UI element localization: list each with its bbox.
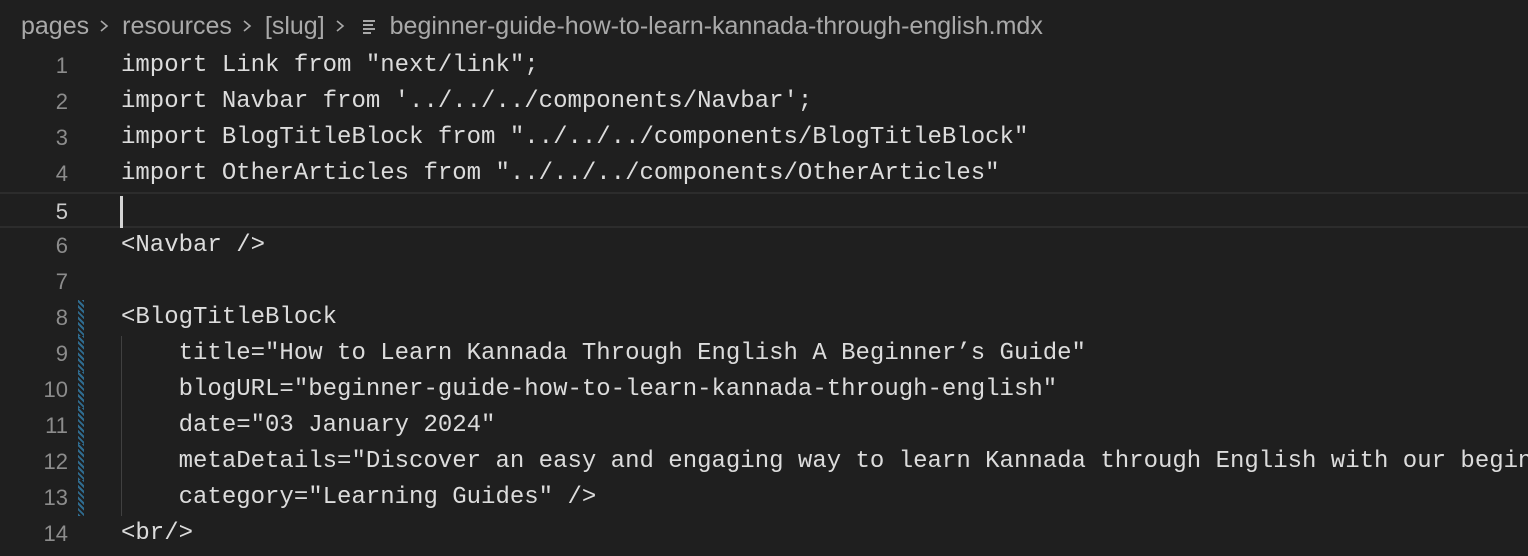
code-text[interactable]: <br/> <box>121 516 193 552</box>
code-line[interactable]: 2 import Navbar from '../../../component… <box>0 84 1528 120</box>
code-text[interactable]: <Navbar /> <box>121 228 265 264</box>
file-lines-icon <box>362 20 375 34</box>
code-line[interactable]: 7 <box>0 264 1528 300</box>
code-line[interactable]: 3 import BlogTitleBlock from "../../../c… <box>0 120 1528 156</box>
code-line-current[interactable]: 5 <box>0 192 1528 228</box>
code-text[interactable]: import OtherArticles from "../../../comp… <box>121 156 1000 192</box>
line-number: 14 <box>43 521 68 546</box>
code-line[interactable]: 9 title="How to Learn Kannada Through En… <box>0 336 1528 372</box>
code-line[interactable]: 6 <Navbar /> <box>0 228 1528 264</box>
line-number: 1 <box>55 53 68 78</box>
line-number: 10 <box>43 377 68 402</box>
code-text[interactable]: date="03 January 2024" <box>121 408 496 444</box>
line-number: 12 <box>43 449 68 474</box>
code-line[interactable]: 11 date="03 January 2024" <box>0 408 1528 444</box>
line-number: 9 <box>55 341 68 366</box>
chevron-right-icon <box>336 20 344 32</box>
code-line[interactable]: 12 metaDetails="Discover an easy and eng… <box>0 444 1528 480</box>
code-text[interactable]: metaDetails="Discover an easy and engagi… <box>121 444 1528 480</box>
breadcrumb-item-resources[interactable]: resources <box>122 12 232 41</box>
line-number: 6 <box>55 233 68 258</box>
code-text[interactable]: import BlogTitleBlock from "../../../com… <box>121 120 1028 156</box>
code-line[interactable]: 14 <br/> <box>0 516 1528 552</box>
modified-line-marker[interactable] <box>78 408 84 444</box>
modified-line-marker[interactable] <box>78 300 84 336</box>
line-number: 8 <box>55 305 68 330</box>
code-text[interactable]: title="How to Learn Kannada Through Engl… <box>121 336 1086 372</box>
breadcrumb-item-slug[interactable]: [slug] <box>265 12 325 41</box>
line-number: 11 <box>45 413 68 438</box>
line-number: 2 <box>55 89 68 114</box>
code-text[interactable]: category="Learning Guides" /> <box>121 480 597 516</box>
line-number: 3 <box>55 125 68 150</box>
chevron-right-icon <box>243 20 252 32</box>
code-line[interactable]: 13 category="Learning Guides" /> <box>0 480 1528 516</box>
code-text[interactable]: <BlogTitleBlock <box>121 300 337 336</box>
line-number: 4 <box>55 161 68 186</box>
modified-line-marker[interactable] <box>78 372 84 408</box>
modified-line-marker[interactable] <box>78 336 84 372</box>
code-line[interactable]: 10 blogURL="beginner-guide-how-to-learn-… <box>0 372 1528 408</box>
code-editor[interactable]: 1 import Link from "next/link"; 2 import… <box>0 48 1528 556</box>
code-text[interactable]: blogURL="beginner-guide-how-to-learn-kan… <box>121 372 1058 408</box>
breadcrumb-item-pages[interactable]: pages <box>21 12 89 41</box>
line-number: 7 <box>55 269 68 294</box>
text-cursor <box>120 196 123 228</box>
chevron-right-icon <box>100 20 109 32</box>
code-line[interactable]: 4 import OtherArticles from "../../../co… <box>0 156 1528 192</box>
line-number: 5 <box>55 199 68 224</box>
code-line[interactable]: 8 <BlogTitleBlock <box>0 300 1528 336</box>
code-line[interactable]: 1 import Link from "next/link"; <box>0 48 1528 84</box>
breadcrumb: pages resources [slug] beginner-guide-ho… <box>0 0 1528 52</box>
modified-line-marker[interactable] <box>78 480 84 516</box>
line-number: 13 <box>43 485 68 510</box>
breadcrumb-file-name[interactable]: beginner-guide-how-to-learn-kannada-thro… <box>390 12 1043 41</box>
modified-line-marker[interactable] <box>78 444 84 480</box>
code-text[interactable]: import Link from "next/link"; <box>121 48 539 84</box>
code-text[interactable]: import Navbar from '../../../components/… <box>121 84 812 120</box>
